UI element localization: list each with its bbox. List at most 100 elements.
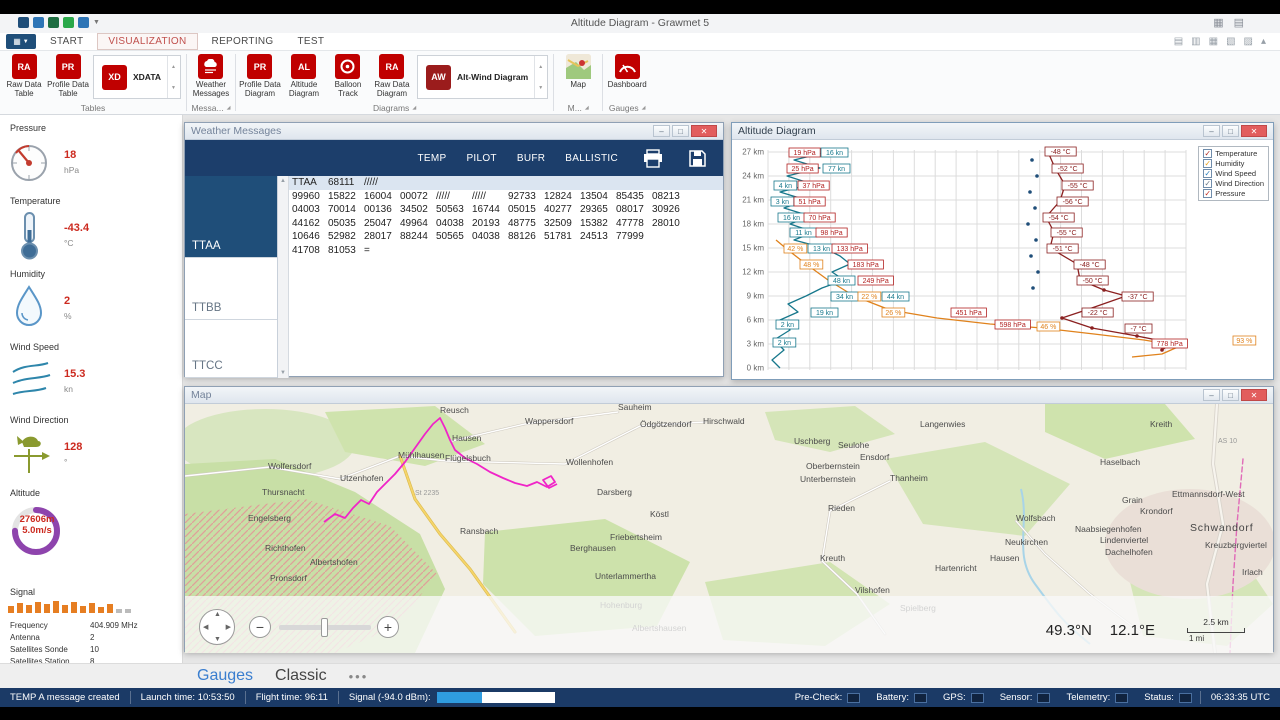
ribbon-tab-start[interactable]: START [40,34,93,49]
map-button[interactable]: Map [556,53,600,90]
zoom-in-button[interactable]: + [377,616,399,638]
bufr-button[interactable]: BUFR [517,153,545,164]
chart-annotation: 19 hPa [794,150,816,157]
ballistic-button[interactable]: BALLISTIC [565,153,618,164]
window-layout-4-icon[interactable]: ▧ [1226,36,1235,47]
legend-checkbox[interactable]: ✓ [1203,169,1213,178]
weather-messages-button[interactable]: Weather Messages [189,53,233,98]
legend-item-wind-speed[interactable]: ✓ Wind Speed [1203,169,1264,178]
tab-classic[interactable]: Classic [275,667,327,685]
chart-annotation: 98 hPa [821,230,843,237]
collapse-ribbon-icon[interactable]: ▴ [1261,36,1266,47]
y-axis-tick: 3 km [747,340,765,349]
message-list-item-ttaa[interactable]: TTAA [185,176,277,258]
style-switch-icon[interactable]: ▦ [1213,16,1223,29]
utc-clock: 06:33:35 UTC [1210,692,1270,703]
altitude-diagram-titlebar[interactable]: Altitude Diagram – □ ✕ [732,123,1273,140]
pan-down-icon[interactable]: ▼ [214,636,221,643]
legend-checkbox[interactable]: ✓ [1203,179,1213,188]
close-button[interactable]: ✕ [1241,389,1267,401]
pan-up-icon[interactable]: ▲ [214,611,221,618]
chart-annotation: -7 °C [1130,325,1146,333]
close-button[interactable]: ✕ [691,125,717,137]
minimize-button[interactable]: – [653,125,670,137]
message-table-row: 04003 70014 00136 34502 50563 16744 05015 40277… [289,203,723,217]
profile-data-diagram-button[interactable]: PR Profile Data Diagram [238,53,282,98]
temp-button[interactable]: TEMP [417,153,446,164]
window-layout-2-icon[interactable]: ▥ [1191,36,1200,47]
map-pan-control[interactable]: ▲ ▼ ◀ ▶ [199,609,235,645]
legend-checkbox[interactable]: ✓ [1203,159,1213,168]
map-label: Albertshofen [310,557,358,567]
gallery-scroll-arrows[interactable]: ▲ ▼ [167,56,176,98]
pan-left-icon[interactable]: ◀ [203,623,208,631]
tab-gauges[interactable]: Gauges [197,667,253,685]
message-table-cell: 13504 [580,190,608,202]
message-table-cell: 00072 [400,190,428,202]
message-table-row: 44162 05035 25047 49964 04038 20193 48775 32509… [289,217,723,231]
ribbon-tab-reporting[interactable]: REPORTING [202,34,284,49]
close-button[interactable]: ✕ [1241,125,1267,137]
more-tabs-button[interactable]: ••• [349,669,369,684]
altitude-diagram-button[interactable]: AL Altitude Diagram [282,53,326,98]
group-label-map: M... [567,102,582,113]
legend-checkbox[interactable]: ✓ [1203,149,1213,158]
pan-right-icon[interactable]: ▶ [226,623,231,631]
raw-data-diagram-button[interactable]: RA Raw Data Diagram [370,53,414,98]
message-table-cell: 29365 [580,204,608,215]
message-table-cell: 20193 [472,217,500,229]
window-layout-3-icon[interactable]: ▦ [1209,36,1218,47]
dashboard-button[interactable]: Dashboard [605,53,649,90]
xdata-gallery[interactable]: XD XDATA ▲ ▼ [93,55,181,99]
zoom-slider[interactable] [279,618,371,637]
balloon-track-button[interactable]: Balloon Track [326,53,370,98]
gallery-scroll-arrows[interactable]: ▲ ▼ [534,56,543,98]
chart-annotation: -51 °C [1053,245,1073,253]
pilot-button[interactable]: PILOT [466,153,496,164]
maximize-button[interactable]: □ [672,125,689,137]
ribbon-tab-test[interactable]: TEST [288,34,335,49]
dialog-launcher-icon[interactable]: ◢ [412,105,416,111]
message-list-scrollbar[interactable]: ▲ ▼ [278,176,289,378]
message-table-cell: 12824 [544,190,572,202]
window-cascade-icon[interactable]: ▨ [1244,36,1253,47]
map-label: Schwandorf [1190,522,1253,534]
map-canvas[interactable]: Reusch Wappersdorf Sauheim Hausen Ödgötzendo… [185,404,1273,653]
chart-annotation: 51 hPa [799,199,821,206]
zoom-slider-handle[interactable] [321,618,328,637]
legend-item-temperature[interactable]: ✓ Temperature [1203,149,1264,158]
legend-item-wind-direction[interactable]: ✓ Wind Direction [1203,179,1264,188]
chart-annotation: -48 °C [1051,148,1071,156]
zoom-out-button[interactable]: − [249,616,271,638]
legend-label: Wind Direction [1215,179,1264,188]
legend-checkbox[interactable]: ✓ [1203,189,1213,198]
print-button[interactable] [642,148,664,168]
minimize-button[interactable]: – [1203,125,1220,137]
legend-item-pressure[interactable]: ✓ Pressure [1203,189,1264,198]
legend-label: Pressure [1215,189,1246,198]
status-indicator-box [1178,692,1192,703]
raw-data-table-button[interactable]: RA Raw Data Table [2,53,46,98]
save-button[interactable] [688,149,707,168]
maximize-button[interactable]: □ [1222,125,1239,137]
dialog-launcher-icon[interactable]: ◢ [227,105,231,111]
water-drop-icon [15,285,43,326]
weather-messages-titlebar[interactable]: Weather Messages – □ ✕ [185,123,723,140]
map-titlebar[interactable]: Map – □ ✕ [185,387,1273,404]
dashboard-tab-bar: Gauges Classic ••• [0,663,1280,688]
maximize-button[interactable]: □ [1222,389,1239,401]
dialog-launcher-icon[interactable]: ◢ [642,105,646,111]
legend-label: Temperature [1215,149,1258,158]
profile-data-table-button[interactable]: PR Profile Data Table [46,53,90,98]
message-list-item-ttcc[interactable]: TTCC [185,320,277,378]
window-layout-1-icon[interactable]: ▤ [1174,36,1183,47]
file-menu-button[interactable]: ▦ ▼ [6,34,36,49]
map-label: Friebertsheim [610,532,662,542]
layout-icon[interactable]: ▤ [1234,16,1244,29]
dialog-launcher-icon[interactable]: ◢ [585,105,589,111]
legend-item-humidity[interactable]: ✓ Humidity [1203,159,1264,168]
message-list-item-ttbb[interactable]: TTBB [185,258,277,320]
minimize-button[interactable]: – [1203,389,1220,401]
ribbon-tab-visualization[interactable]: VISUALIZATION [97,33,198,50]
alt-wind-diagram-gallery[interactable]: AW Alt-Wind Diagram ▲ ▼ [416,55,549,99]
